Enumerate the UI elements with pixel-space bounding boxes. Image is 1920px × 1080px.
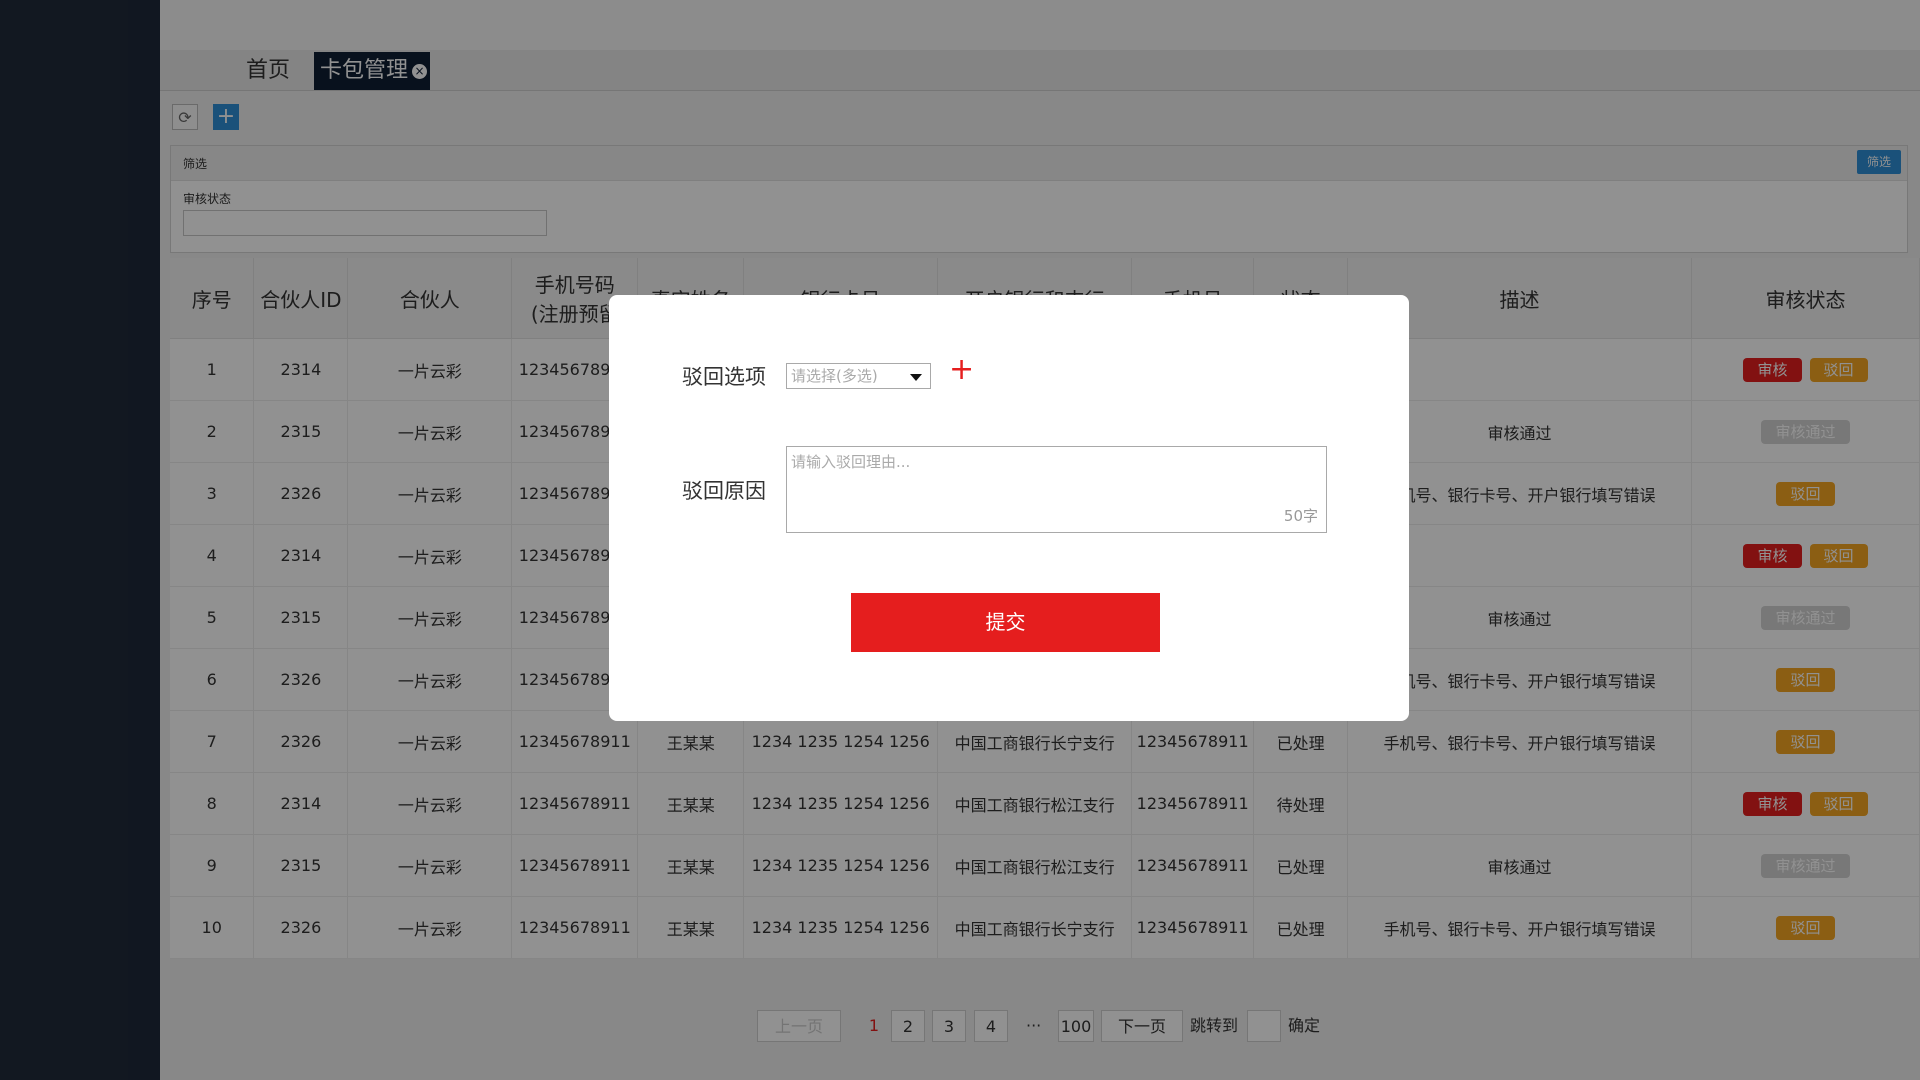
add-option-icon[interactable]: + <box>949 355 974 385</box>
reject-reason-textarea[interactable]: 请输入驳回理由... 50字 <box>786 446 1327 533</box>
reject-reason-label: 驳回原因 <box>682 479 766 503</box>
char-limit: 50字 <box>1283 507 1318 525</box>
reject-dialog: 驳回选项 请选择(多选) + 驳回原因 请输入驳回理由... 50字 提交 <box>609 295 1409 721</box>
reject-option-placeholder: 请选择(多选) <box>791 367 878 385</box>
reject-option-select[interactable]: 请选择(多选) <box>786 363 931 389</box>
reject-reason-placeholder: 请输入驳回理由... <box>791 453 911 471</box>
submit-button[interactable]: 提交 <box>851 593 1160 652</box>
caret-down-icon <box>910 374 922 381</box>
reject-option-label: 驳回选项 <box>682 365 766 389</box>
